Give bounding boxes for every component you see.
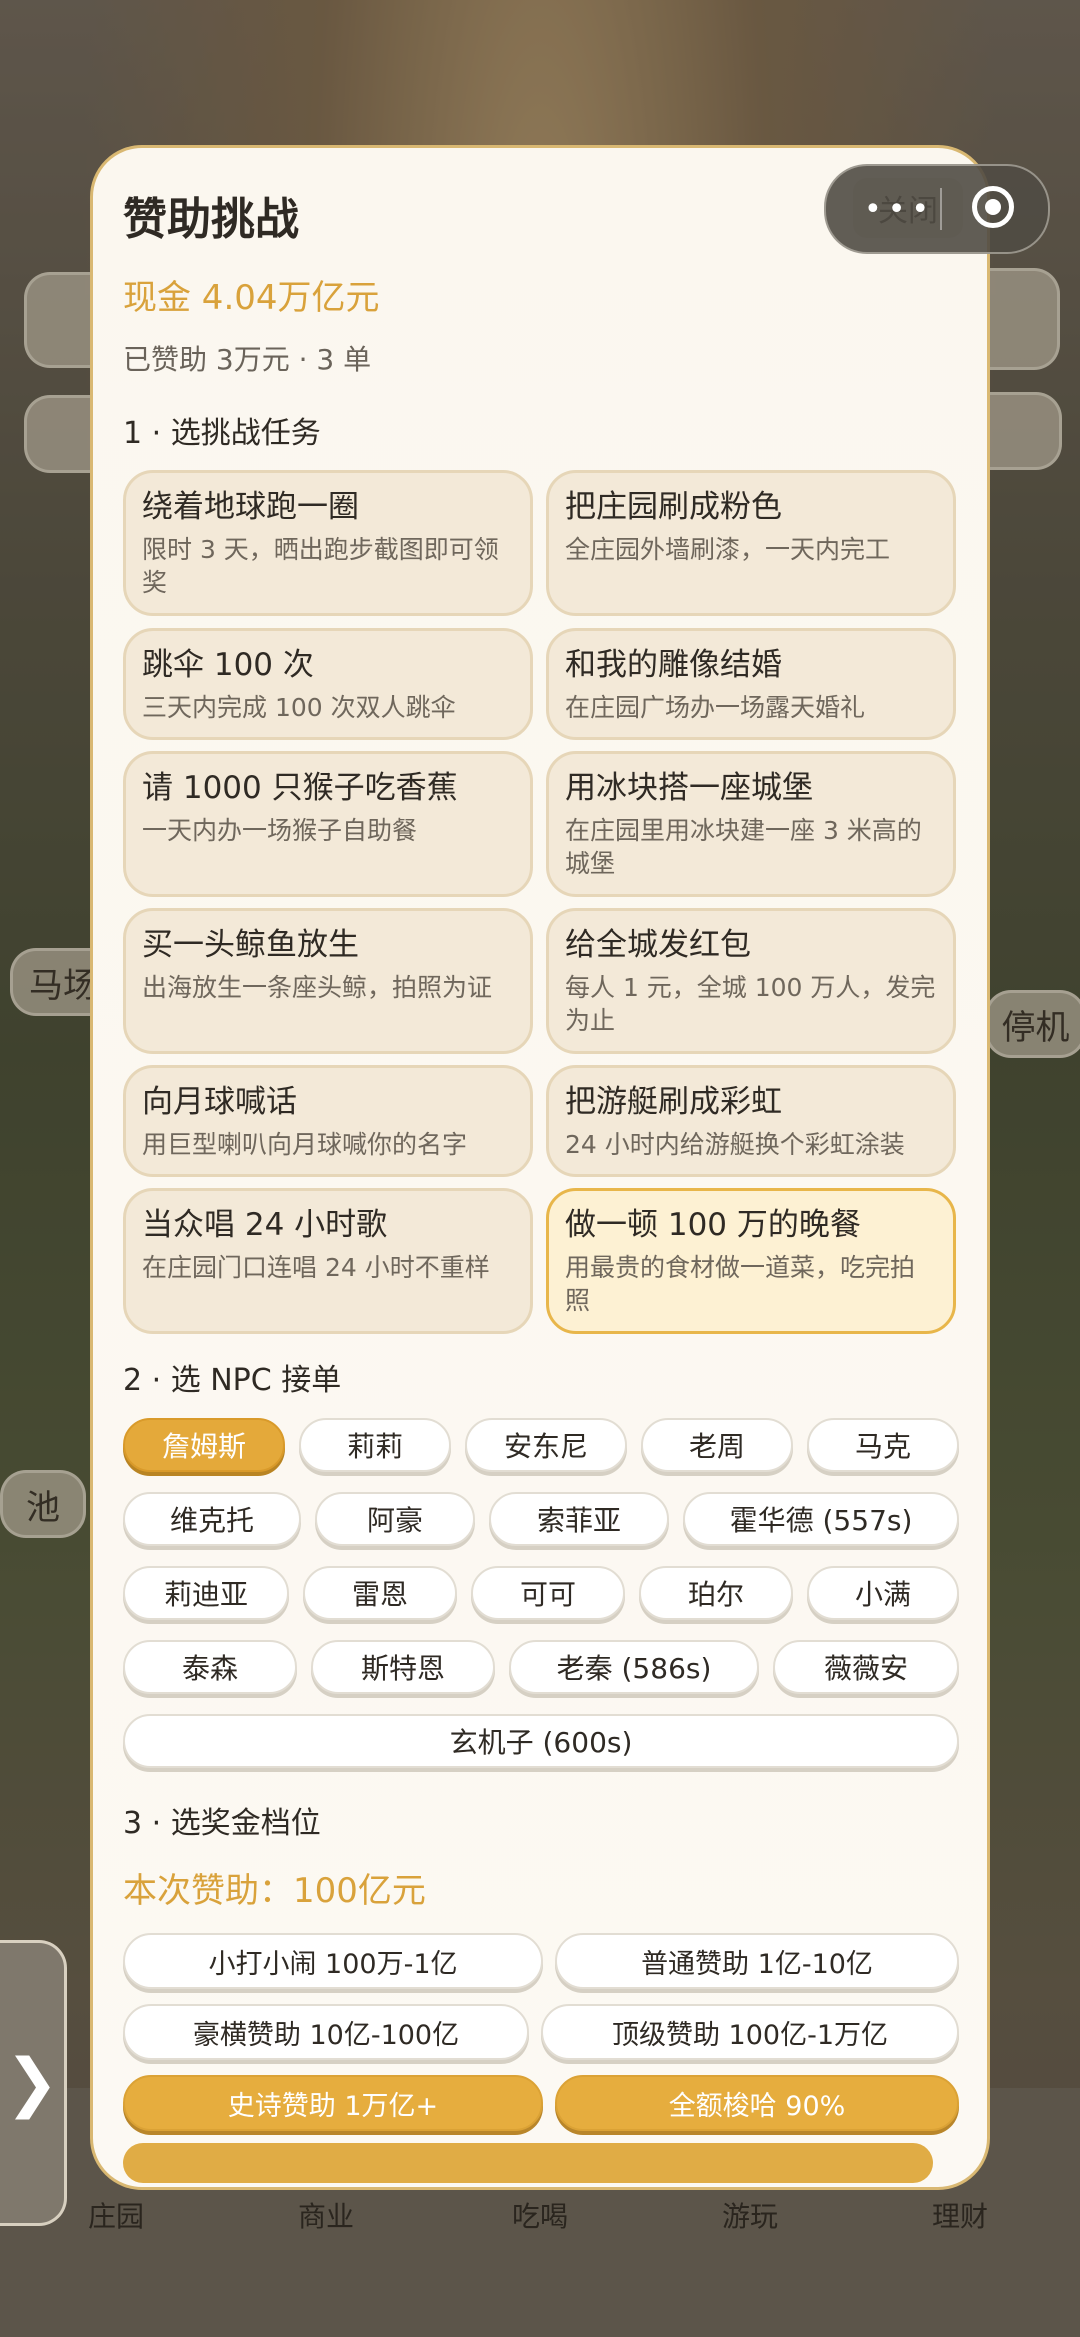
tier-button-all-in[interactable]: 全额梭哈 90% — [555, 2075, 959, 2131]
npc-chip[interactable]: 泰森 — [123, 1640, 297, 1694]
task-card-selected[interactable]: 做一顿 100 万的晚餐 用最贵的食材做一道菜，吃完拍照 — [546, 1188, 956, 1334]
npc-chip-selected[interactable]: 詹姆斯 — [123, 1418, 285, 1472]
task-card[interactable]: 请 1000 只猴子吃香蕉 一天内办一场猴子自助餐 — [123, 751, 533, 897]
task-desc: 24 小时内给游艇换个彩虹涂装 — [565, 1130, 905, 1159]
task-desc: 出海放生一条座头鲸，拍照为证 — [142, 973, 493, 1002]
task-title: 把庄园刷成粉色 — [565, 489, 782, 525]
npc-chip[interactable]: 莉莉 — [299, 1418, 451, 1472]
task-title: 跳伞 100 次 — [142, 647, 314, 683]
mini-program-capsule: ••• — [824, 164, 1050, 254]
task-card[interactable]: 把游艇刷成彩虹 24 小时内给游艇换个彩虹涂装 — [546, 1065, 956, 1177]
npc-chip[interactable]: 马克 — [807, 1418, 959, 1472]
task-title: 和我的雕像结婚 — [565, 647, 782, 683]
modal-title: 赞助挑战 — [123, 194, 299, 245]
cash-balance: 现金 4.04万亿元 — [123, 278, 380, 318]
tier-button[interactable]: 豪横赞助 10亿-100亿 — [123, 2004, 529, 2060]
task-card[interactable]: 用冰块搭一座城堡 在庄园里用冰块建一座 3 米高的城堡 — [546, 751, 956, 897]
task-title: 把游艇刷成彩虹 — [565, 1084, 782, 1120]
task-card[interactable]: 买一头鲸鱼放生 出海放生一条座头鲸，拍照为证 — [123, 908, 533, 1054]
sponsored-summary: 已赞助 3万元 · 3 单 — [123, 343, 372, 376]
confirm-button[interactable] — [123, 2143, 933, 2183]
task-desc: 在庄园广场办一场露天婚礼 — [565, 693, 866, 722]
tier-button[interactable]: 顶级赞助 100亿-1万亿 — [541, 2004, 959, 2060]
side-expand-tab[interactable]: ❯ — [0, 1940, 67, 2226]
task-card[interactable]: 跳伞 100 次 三天内完成 100 次双人跳伞 — [123, 628, 533, 740]
task-card[interactable]: 把庄园刷成粉色 全庄园外墙刷漆，一天内完工 — [546, 470, 956, 616]
npc-chip[interactable]: 珀尔 — [639, 1566, 793, 1620]
section-tasks-heading: 1 · 选挑战任务 — [123, 416, 321, 451]
task-title: 给全城发红包 — [565, 927, 751, 963]
chevron-right-icon: ❯ — [5, 2046, 59, 2120]
npc-chip[interactable]: 霍华德 (557s) — [683, 1492, 959, 1546]
tier-button[interactable]: 小打小闹 100万-1亿 — [123, 1933, 543, 1989]
task-desc: 用最贵的食材做一道菜，吃完拍照 — [565, 1253, 916, 1315]
task-desc: 限时 3 天，晒出跑步截图即可领奖 — [142, 535, 499, 597]
npc-chip[interactable]: 斯特恩 — [311, 1640, 495, 1694]
task-desc: 在庄园里用冰块建一座 3 米高的城堡 — [565, 816, 922, 878]
sponsor-challenge-modal: 赞助挑战 关闭 现金 4.04万亿元 已赞助 3万元 · 3 单 1 · 选挑战… — [90, 145, 990, 2190]
npc-chip[interactable]: 小满 — [807, 1566, 959, 1620]
task-title: 绕着地球跑一圈 — [142, 489, 359, 525]
tier-button[interactable]: 普通赞助 1亿-10亿 — [555, 1933, 959, 1989]
task-title: 当众唱 24 小时歌 — [142, 1207, 388, 1243]
section-npc-heading: 2 · 选 NPC 接单 — [123, 1363, 342, 1398]
task-card[interactable]: 当众唱 24 小时歌 在庄园门口连唱 24 小时不重样 — [123, 1188, 533, 1334]
task-title: 向月球喊话 — [142, 1084, 297, 1120]
npc-chip[interactable]: 安东尼 — [465, 1418, 627, 1472]
npc-chip[interactable]: 薇薇安 — [773, 1640, 959, 1694]
task-desc: 全庄园外墙刷漆，一天内完工 — [565, 535, 891, 564]
task-title: 买一头鲸鱼放生 — [142, 927, 359, 963]
npc-chip[interactable]: 可可 — [471, 1566, 625, 1620]
npc-chip[interactable]: 雷恩 — [303, 1566, 457, 1620]
npc-chip[interactable]: 索菲亚 — [489, 1492, 669, 1546]
task-desc: 每人 1 元，全城 100 万人，发完为止 — [565, 973, 936, 1035]
section-bonus-heading: 3 · 选奖金档位 — [123, 1806, 321, 1841]
npc-chip[interactable]: 莉迪亚 — [123, 1566, 289, 1620]
task-title: 做一顿 100 万的晚餐 — [565, 1207, 861, 1243]
more-icon[interactable]: ••• — [864, 192, 935, 227]
task-desc: 用巨型喇叭向月球喊你的名字 — [142, 1130, 468, 1159]
record-icon[interactable] — [972, 186, 1014, 228]
npc-chip[interactable]: 老秦 (586s) — [509, 1640, 759, 1694]
capsule-divider — [940, 188, 942, 230]
sponsor-amount: 本次赞助：100亿元 — [123, 1871, 426, 1911]
npc-chip[interactable]: 老周 — [641, 1418, 793, 1472]
task-desc: 在庄园门口连唱 24 小时不重样 — [142, 1253, 490, 1282]
task-title: 请 1000 只猴子吃香蕉 — [142, 770, 458, 806]
task-card[interactable]: 绕着地球跑一圈 限时 3 天，晒出跑步截图即可领奖 — [123, 470, 533, 616]
npc-chip[interactable]: 玄机子 (600s) — [123, 1714, 959, 1768]
task-desc: 三天内完成 100 次双人跳伞 — [142, 693, 456, 722]
npc-chip[interactable]: 维克托 — [123, 1492, 301, 1546]
task-card[interactable]: 给全城发红包 每人 1 元，全城 100 万人，发完为止 — [546, 908, 956, 1054]
task-desc: 一天内办一场猴子自助餐 — [142, 816, 418, 845]
task-title: 用冰块搭一座城堡 — [565, 770, 813, 806]
task-card[interactable]: 向月球喊话 用巨型喇叭向月球喊你的名字 — [123, 1065, 533, 1177]
task-card[interactable]: 和我的雕像结婚 在庄园广场办一场露天婚礼 — [546, 628, 956, 740]
tier-button-epic[interactable]: 史诗赞助 1万亿+ — [123, 2075, 543, 2131]
npc-chip[interactable]: 阿豪 — [315, 1492, 475, 1546]
